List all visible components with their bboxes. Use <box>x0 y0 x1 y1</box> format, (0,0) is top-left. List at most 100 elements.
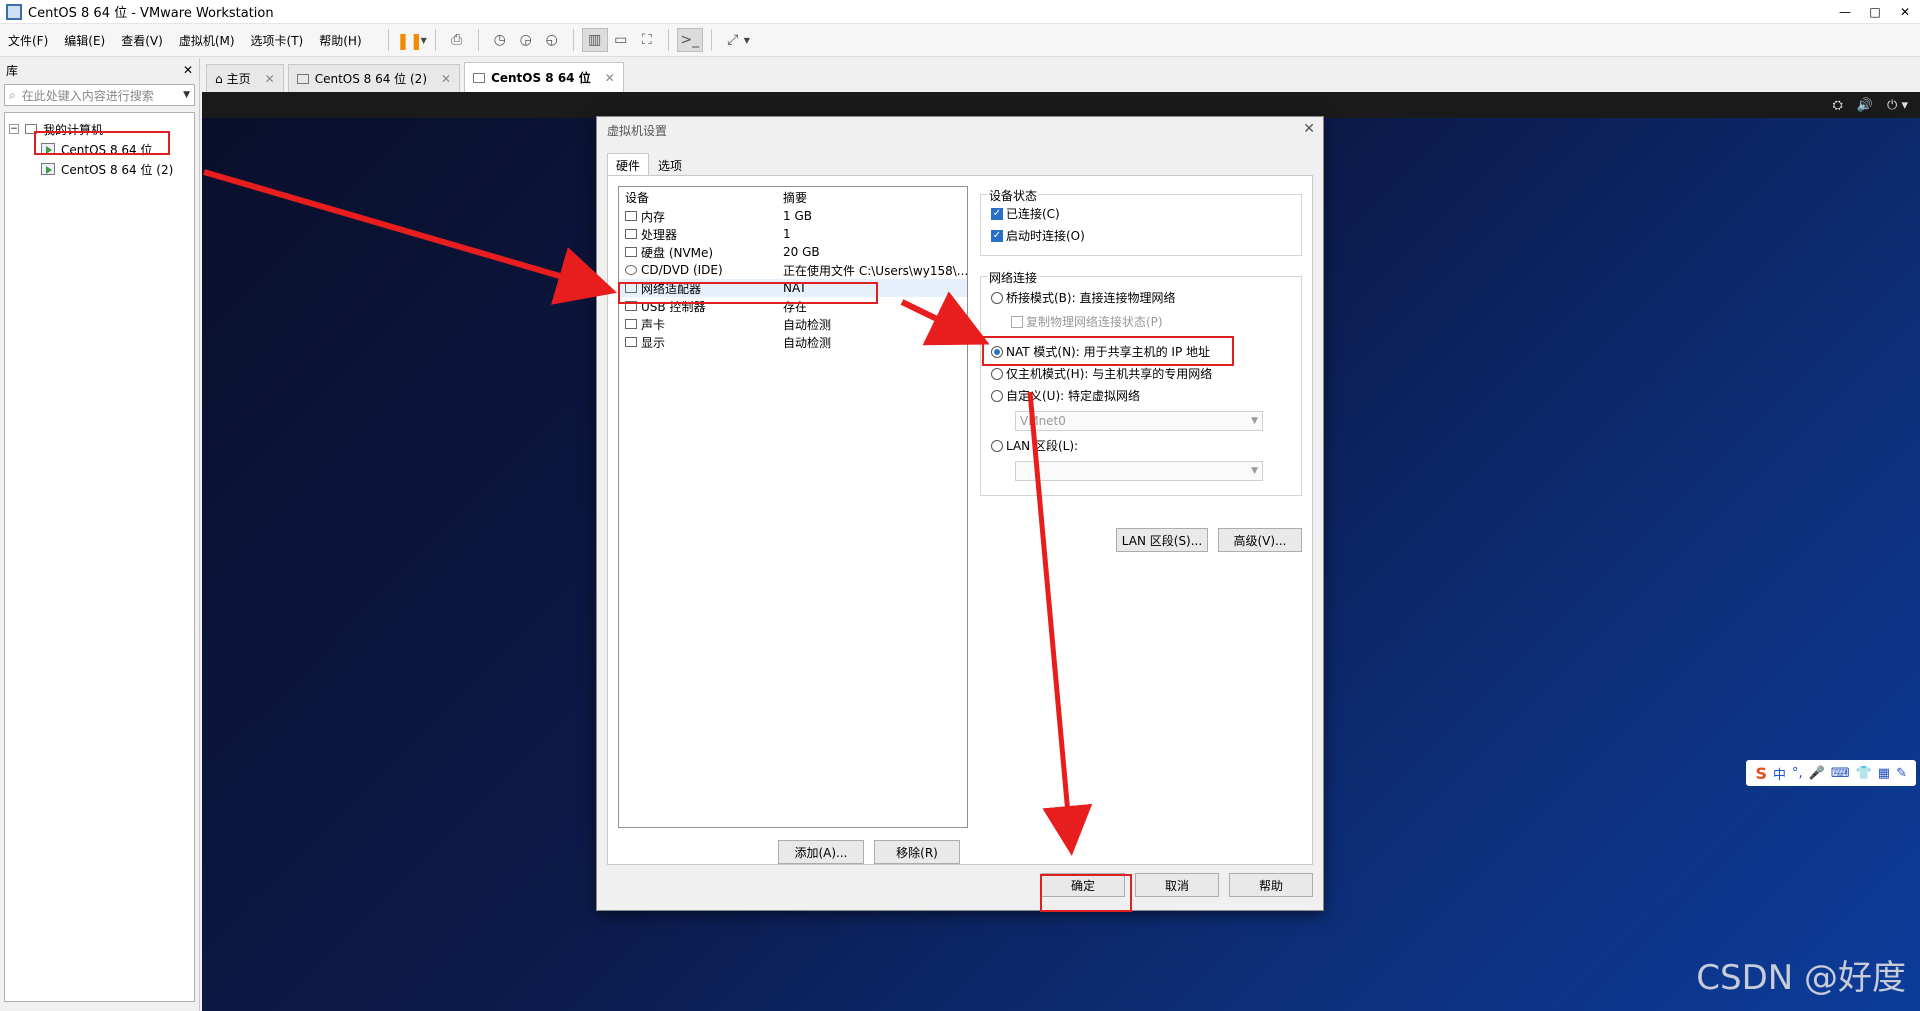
collapse-icon[interactable]: − <box>9 124 19 134</box>
show-library-icon[interactable]: ▥ <box>581 28 608 52</box>
tab-bar: ⌂ 主页 ✕ CentOS 8 64 位 (2) ✕ CentOS 8 64 位… <box>202 58 1920 92</box>
add-device-button[interactable]: 添加(A)... <box>778 840 864 864</box>
device-row-disk[interactable]: 硬盘 (NVMe) 20 GB <box>619 243 967 261</box>
volume-icon[interactable]: 🔊 <box>1857 98 1873 113</box>
separator <box>477 29 479 51</box>
cd-icon <box>625 265 637 275</box>
maximize-button[interactable]: □ <box>1860 0 1890 24</box>
device-row-processor[interactable]: 处理器 1 <box>619 225 967 243</box>
speaker-icon <box>625 319 637 329</box>
ime-punctuation-icon[interactable]: °, <box>1792 766 1803 781</box>
search-icon: ⌕ <box>9 87 16 102</box>
revert-snapshot-icon[interactable]: ◶ <box>513 28 539 52</box>
thumbnail-bar-icon[interactable]: ▭ <box>608 28 634 52</box>
close-button[interactable]: ✕ <box>1890 0 1920 24</box>
custom-radio[interactable]: 自定义(U): 特定虚拟网络 <box>991 387 1140 404</box>
replicate-checkbox[interactable]: 复制物理网络连接状态(P) <box>1011 313 1163 330</box>
library-search-input[interactable]: ⌕ 在此处键入内容进行搜索 ▼ <box>4 84 195 106</box>
vm-icon <box>473 72 486 83</box>
send-ctrl-alt-del-icon[interactable]: ⎙ <box>444 28 470 52</box>
host-only-radio[interactable]: 仅主机模式(H): 与主机共享的专用网络 <box>991 365 1212 382</box>
microphone-icon[interactable]: 🎤 <box>1809 766 1825 781</box>
menu-help[interactable]: 帮助(H) <box>311 32 369 49</box>
dialog-title: 虚拟机设置 <box>607 123 668 138</box>
menu-vm[interactable]: 虚拟机(M) <box>171 32 243 49</box>
device-row-cdrom[interactable]: CD/DVD (IDE) 正在使用文件 C:\Users\wy158\... <box>619 261 967 279</box>
connect-on-power-checkbox[interactable]: ✓ 启动时连接(O) <box>991 227 1085 244</box>
vmware-icon <box>6 3 22 20</box>
ime-chinese-toggle[interactable]: 中 <box>1773 764 1786 783</box>
network-icon[interactable]: ⛭ <box>1832 98 1842 113</box>
device-name: CD/DVD (IDE) <box>641 263 723 277</box>
tab-vm-2[interactable]: CentOS 8 64 位 (2) ✕ <box>287 64 461 92</box>
highlight-box <box>1040 874 1132 912</box>
connected-label: 已连接(C) <box>1006 207 1060 221</box>
tree-item-label: CentOS 8 64 位 (2) <box>61 162 174 177</box>
library-close-icon[interactable]: ✕ <box>183 63 193 77</box>
highlight-box <box>34 131 170 155</box>
highlight-box <box>982 336 1234 366</box>
bridged-radio[interactable]: 桥接模式(B): 直接连接物理网络 <box>991 289 1175 306</box>
menu-tabs[interactable]: 选项卡(T) <box>243 32 312 49</box>
tree-item-vm[interactable]: CentOS 8 64 位 (2) <box>9 159 190 179</box>
home-icon: ⌂ <box>215 71 223 86</box>
col-summary: 摘要 <box>783 190 808 205</box>
monitor-icon <box>625 337 637 347</box>
lan-segment-radio[interactable]: LAN 区段(L): <box>991 437 1078 454</box>
skin-icon[interactable]: 👕 <box>1856 766 1872 781</box>
dialog-body: 设备 摘要 内存 1 GB 处理器 1 硬盘 (NVMe) 20 GB CD/D… <box>607 175 1313 865</box>
custom-label: 自定义(U): 特定虚拟网络 <box>1006 389 1141 403</box>
checkbox-unchecked-icon <box>1011 315 1023 328</box>
close-icon[interactable]: ✕ <box>1303 121 1315 137</box>
chevron-down-icon: ▼ <box>1251 466 1258 476</box>
menu-edit[interactable]: 编辑(E) <box>56 32 113 49</box>
tab-label: 主页 <box>226 72 251 86</box>
tab-vm-1[interactable]: CentOS 8 64 位 ✕ <box>464 62 624 92</box>
vmnet-value: VMnet0 <box>1020 414 1066 428</box>
minimize-button[interactable]: — <box>1830 0 1860 24</box>
cancel-button[interactable]: 取消 <box>1135 873 1219 897</box>
stretch-icon[interactable]: ⤢ <box>720 28 746 52</box>
snapshot-manager-icon[interactable]: ◵ <box>539 28 565 52</box>
pause-icon[interactable]: ❚❚ <box>396 28 423 52</box>
close-icon[interactable]: ✕ <box>441 72 451 86</box>
device-row-sound[interactable]: 声卡 自动检测 <box>619 315 967 333</box>
device-summary: 正在使用文件 C:\Users\wy158\... <box>783 263 967 278</box>
tab-home[interactable]: ⌂ 主页 ✕ <box>206 64 284 92</box>
title-bar: CentOS 8 64 位 - VMware Workstation — □ ✕ <box>0 0 1920 24</box>
fullscreen-icon[interactable]: ⛶ <box>634 28 660 52</box>
connected-checkbox[interactable]: ✓ 已连接(C) <box>991 205 1060 222</box>
snapshot-icon[interactable]: ◷ <box>487 28 513 52</box>
connect-on-power-label: 启动时连接(O) <box>1006 229 1085 243</box>
device-name: 处理器 <box>641 227 678 242</box>
chevron-down-icon[interactable]: ▼ <box>744 36 750 45</box>
remove-device-button[interactable]: 移除(R) <box>874 840 960 864</box>
lan-segments-button[interactable]: LAN 区段(S)... <box>1116 528 1208 552</box>
menu-view[interactable]: 查看(V) <box>113 32 171 49</box>
toolbox-icon[interactable]: ▦ <box>1878 766 1890 781</box>
keyboard-icon[interactable]: ⌨ <box>1831 766 1850 781</box>
vm-settings-dialog: 虚拟机设置 ✕ 硬件 选项 设备 摘要 内存 1 GB 处理器 1 硬盘 (NV… <box>596 116 1324 911</box>
device-summary: 20 GB <box>783 245 820 259</box>
device-row-display[interactable]: 显示 自动检测 <box>619 333 967 351</box>
guest-top-bar: ⛭ 🔊 ⏻ ▾ <box>202 92 1920 118</box>
device-summary: 自动检测 <box>783 335 832 350</box>
console-icon[interactable]: >_ <box>676 28 703 52</box>
power-icon[interactable]: ⏻ ▾ <box>1887 98 1908 113</box>
device-row-memory[interactable]: 内存 1 GB <box>619 207 967 225</box>
help-button[interactable]: 帮助 <box>1229 873 1313 897</box>
vmnet-select[interactable]: VMnet0 ▼ <box>1015 411 1263 431</box>
library-header: 库 ✕ <box>0 58 199 82</box>
chevron-down-icon[interactable]: ▼ <box>421 36 427 45</box>
network-connection-label: 网络连接 <box>987 269 1040 286</box>
handwriting-icon[interactable]: ✎ <box>1896 766 1907 781</box>
close-icon[interactable]: ✕ <box>605 71 615 85</box>
toolbar: ❚❚ ▼ ⎙ ◷ ◶ ◵ ▥ ▭ ⛶ >_ ⤢ ▼ <box>380 28 750 52</box>
chevron-down-icon[interactable]: ▼ <box>183 90 190 100</box>
advanced-button[interactable]: 高级(V)... <box>1218 528 1302 552</box>
lan-segment-select[interactable]: ▼ <box>1015 461 1263 481</box>
close-icon[interactable]: ✕ <box>265 72 275 86</box>
library-panel: 库 ✕ ⌕ 在此处键入内容进行搜索 ▼ − 我的计算机 CentOS 8 64 … <box>0 58 200 1011</box>
menu-file[interactable]: 文件(F) <box>0 32 56 49</box>
library-title: 库 <box>6 63 19 78</box>
